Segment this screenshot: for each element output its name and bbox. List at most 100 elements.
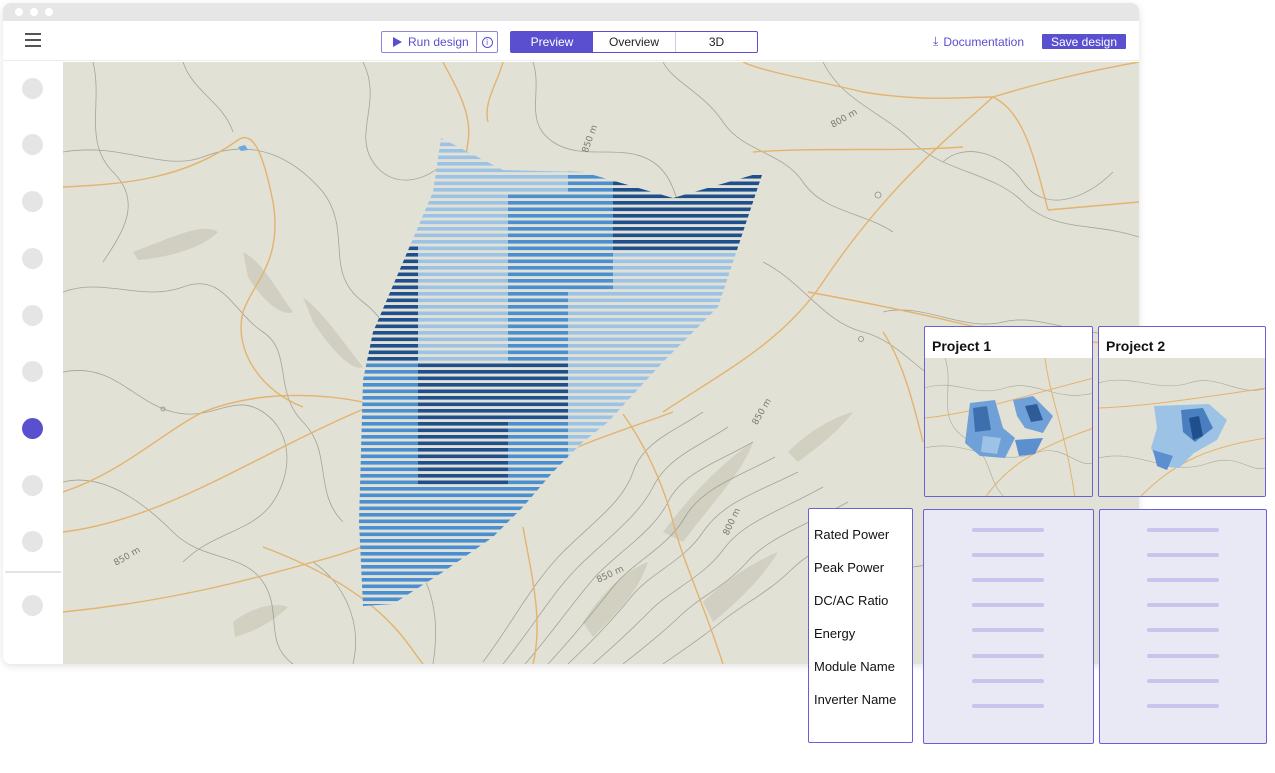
array-row [508, 480, 568, 485]
value-placeholder [972, 679, 1044, 683]
array-row [359, 298, 418, 303]
project-card-1[interactable]: Project 1 [924, 326, 1093, 497]
sidebar-item[interactable] [22, 475, 43, 496]
array-row [613, 207, 763, 212]
array-row [508, 259, 568, 264]
run-design-button[interactable]: Run design [382, 32, 476, 52]
array-row [508, 188, 568, 192]
array-row [508, 149, 568, 153]
sidebar-item[interactable] [22, 305, 43, 326]
array-row [418, 363, 508, 368]
array-row [359, 597, 418, 602]
array-row [359, 331, 418, 335]
array-row [568, 285, 613, 290]
tab-preview[interactable]: Preview [511, 32, 593, 52]
array-row [613, 155, 763, 160]
array-row [508, 181, 568, 186]
tab-overview[interactable]: Overview [593, 32, 675, 52]
array-row [359, 532, 418, 537]
sidebar-item[interactable] [22, 78, 43, 99]
array-row [508, 220, 568, 225]
array-row [359, 259, 418, 264]
array-row [359, 480, 418, 485]
project-card-2[interactable]: Project 2 [1098, 326, 1266, 497]
array-row [359, 565, 418, 569]
array-row [418, 194, 508, 199]
array-row [418, 467, 508, 472]
run-info-button[interactable]: i [476, 32, 497, 52]
array-row [418, 246, 508, 251]
array-row [613, 428, 763, 433]
array-row [359, 604, 418, 606]
sidebar-item-active[interactable] [22, 418, 43, 439]
tab-3d[interactable]: 3D [675, 32, 757, 52]
hamburger-icon[interactable] [25, 33, 41, 47]
array-row [359, 311, 418, 316]
array-row [418, 201, 508, 205]
array-row [418, 513, 508, 517]
array-row [613, 558, 763, 563]
array-row [508, 487, 568, 491]
array-row [613, 532, 763, 537]
value-placeholder [1147, 654, 1219, 658]
array-row [568, 168, 613, 173]
sidebar-item[interactable] [22, 361, 43, 382]
array-row [508, 207, 568, 212]
array-row [568, 220, 613, 225]
run-design-button-group: Run design i [381, 31, 498, 53]
array-row [613, 194, 763, 199]
array-row [613, 272, 763, 277]
array-row [508, 168, 568, 173]
sidebar [3, 62, 63, 664]
array-row [359, 370, 418, 374]
array-row [359, 513, 418, 517]
array-row [418, 285, 508, 290]
sidebar-item[interactable] [22, 248, 43, 269]
array-row [613, 240, 763, 244]
array-row [418, 428, 508, 433]
sidebar-item[interactable] [22, 531, 43, 552]
array-row [508, 415, 568, 420]
array-row [568, 415, 613, 420]
array-row [418, 396, 508, 400]
array-row [508, 571, 568, 576]
array-row [568, 331, 613, 335]
array-row [568, 246, 613, 251]
array-row [508, 194, 568, 199]
value-placeholder [1147, 704, 1219, 708]
sidebar-item[interactable] [22, 134, 43, 155]
metric-label: Module Name [814, 659, 895, 674]
metric-label: DC/AC Ratio [814, 593, 889, 608]
save-design-button[interactable]: Save design [1042, 34, 1126, 49]
array-row [568, 428, 613, 433]
array-row [418, 454, 508, 459]
array-row [568, 305, 613, 309]
array-row [418, 422, 508, 426]
array-row [418, 487, 508, 491]
array-row [613, 162, 763, 166]
array-row [359, 435, 418, 439]
array-row [418, 506, 508, 511]
array-row [418, 292, 508, 296]
array-row [508, 201, 568, 205]
array-row [418, 207, 508, 212]
documentation-link[interactable]: ⤓ Documentation [933, 34, 1024, 49]
sidebar-item[interactable] [22, 191, 43, 212]
array-row [359, 500, 418, 504]
array-row [613, 597, 763, 602]
array-row [359, 409, 418, 413]
array-row [418, 305, 508, 309]
array-row [568, 240, 613, 244]
sidebar-item[interactable] [22, 595, 43, 616]
array-row [508, 376, 568, 381]
array-row [613, 604, 763, 606]
array-row [613, 298, 763, 303]
array-row [359, 207, 418, 212]
array-row [568, 201, 613, 205]
array-row [418, 324, 508, 329]
array-row [613, 545, 763, 550]
array-row [613, 396, 763, 400]
array-row [568, 188, 613, 192]
array-row [568, 357, 613, 361]
array-row [568, 298, 613, 303]
